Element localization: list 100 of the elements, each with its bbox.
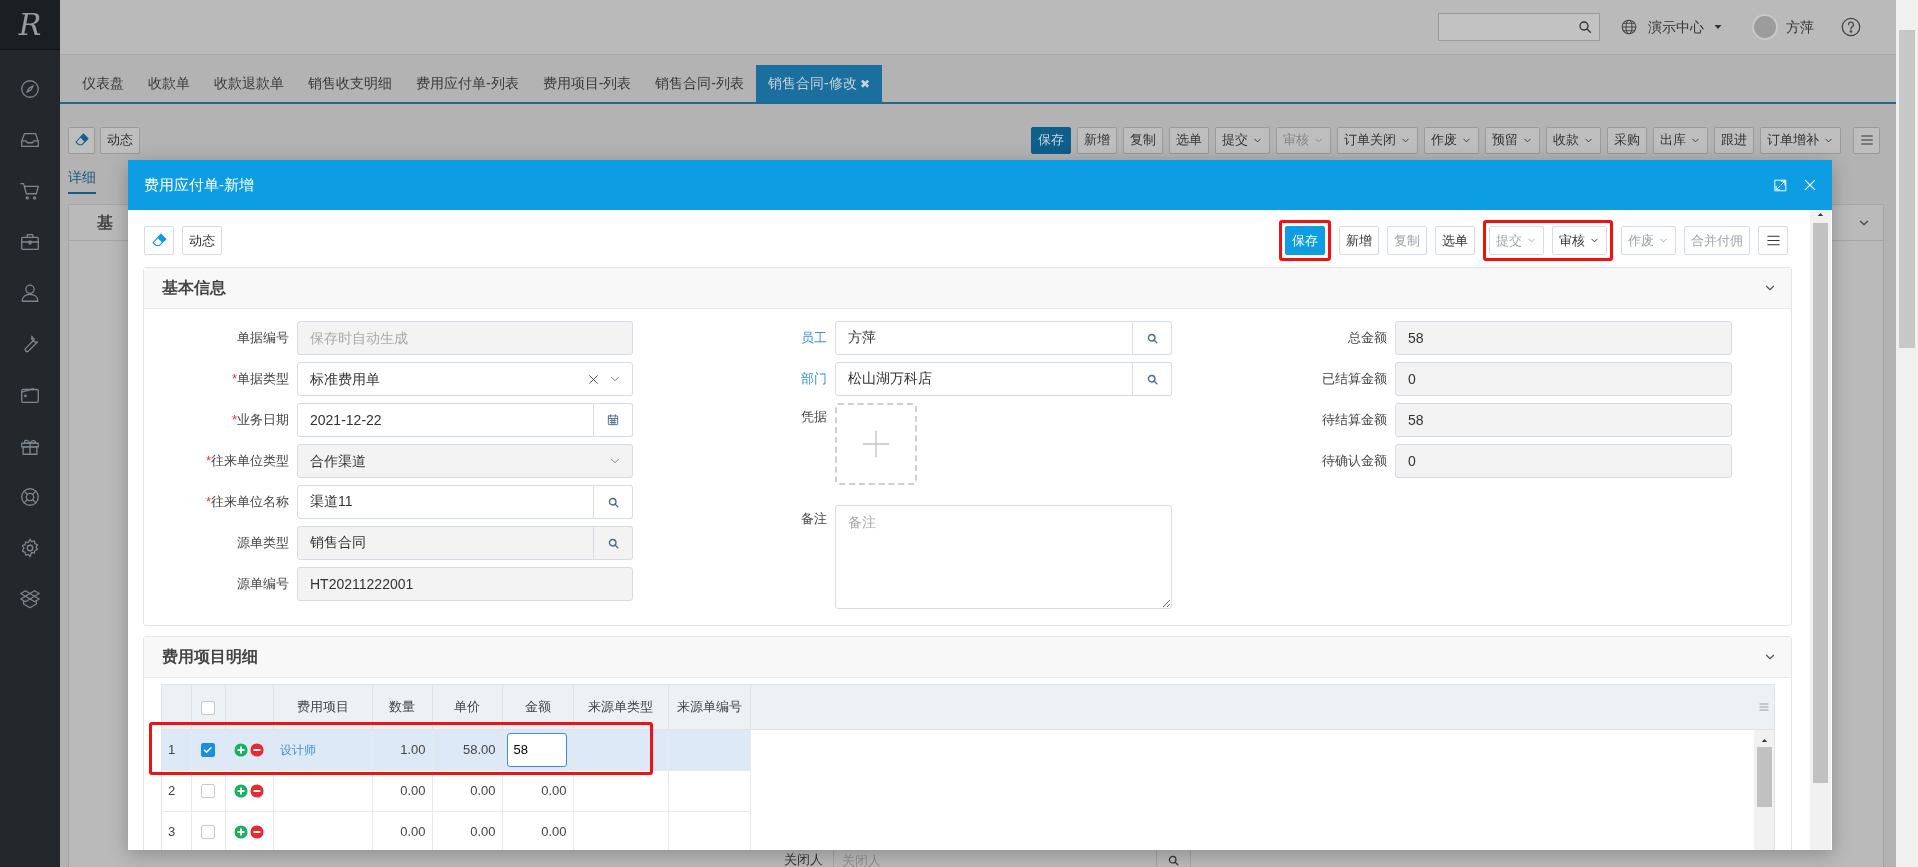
table-cell: 58.00 bbox=[432, 729, 502, 770]
eraser-button[interactable] bbox=[68, 126, 95, 154]
field-label: *往来单位类型 bbox=[204, 452, 289, 470]
checkbox[interactable] bbox=[201, 784, 215, 799]
search-icon bbox=[1145, 331, 1159, 345]
input-field[interactable]: 58 bbox=[1395, 321, 1732, 355]
toolbar-button[interactable]: 订单增补 bbox=[1760, 126, 1841, 154]
tab[interactable]: 费用应付单-列表 bbox=[404, 65, 531, 102]
checkbox[interactable] bbox=[201, 743, 215, 758]
toolbar-button[interactable]: 复制 bbox=[1123, 126, 1163, 154]
column-header[interactable]: 数量 bbox=[372, 685, 432, 729]
toolbar-button[interactable]: 选单 bbox=[1169, 126, 1209, 154]
toolbar-button[interactable]: 提交 bbox=[1215, 126, 1270, 154]
eraser-icon bbox=[150, 232, 168, 249]
amount-field[interactable]: 58 bbox=[506, 732, 567, 767]
remove-row-icon[interactable] bbox=[250, 784, 264, 799]
activity-button[interactable]: 动态 bbox=[182, 226, 222, 255]
add-row-icon[interactable] bbox=[234, 784, 248, 799]
briefcase-icon[interactable] bbox=[19, 231, 41, 253]
tab[interactable]: 销售收支明细 bbox=[296, 65, 404, 102]
globe-icon[interactable] bbox=[1620, 18, 1638, 36]
field-label: *单据类型 bbox=[230, 370, 289, 388]
user-icon[interactable] bbox=[19, 282, 41, 304]
column-header[interactable]: 金额 bbox=[502, 685, 573, 729]
tab[interactable]: 销售合同-修改 ✖ bbox=[756, 65, 882, 102]
column-header[interactable]: 来源单编号 bbox=[668, 685, 750, 729]
remove-row-icon[interactable] bbox=[250, 743, 264, 758]
date-field[interactable]: 2021-12-22 bbox=[297, 403, 594, 437]
field-label: 已结算金额 bbox=[1321, 370, 1387, 388]
page-scrollbar[interactable] bbox=[1896, 0, 1918, 867]
input-field[interactable]: 方萍 bbox=[835, 321, 1133, 355]
row-number: 3 bbox=[162, 811, 191, 850]
field-label: 单据编号 bbox=[236, 329, 289, 347]
close-icon[interactable] bbox=[1802, 177, 1818, 193]
field-label: 关闭人 bbox=[784, 851, 823, 867]
input-field[interactable]: HT20211222001 bbox=[297, 567, 633, 601]
toolbar-button[interactable]: 保存 bbox=[1031, 126, 1071, 154]
column-header[interactable]: 单价 bbox=[432, 685, 502, 729]
clear-icon[interactable] bbox=[587, 372, 600, 386]
toolbar-button[interactable]: 作废 bbox=[1424, 126, 1479, 154]
box-icon[interactable] bbox=[19, 588, 41, 610]
dialog-title: 费用应付单-新增 bbox=[144, 174, 255, 195]
input-field[interactable]: 渠道11 bbox=[297, 485, 594, 519]
field-label: 总金额 bbox=[1347, 329, 1387, 347]
column-header[interactable]: 费用项目 bbox=[273, 685, 372, 729]
detail-tab[interactable]: 详细 bbox=[68, 167, 96, 194]
dropdown-field[interactable]: 合作渠道 bbox=[297, 444, 633, 478]
add-row-icon[interactable] bbox=[234, 825, 248, 840]
tab[interactable]: 收款退款单 bbox=[202, 65, 296, 102]
input-field[interactable]: 58 bbox=[1395, 403, 1732, 437]
input-field[interactable]: 0 bbox=[1395, 444, 1732, 478]
tab[interactable]: 销售合同-列表 bbox=[643, 65, 756, 102]
user-name[interactable]: 方萍 bbox=[1786, 16, 1814, 38]
calendar-button[interactable] bbox=[594, 403, 633, 437]
section-title: 费用项目明细 bbox=[162, 647, 258, 667]
section-title: 基 bbox=[97, 212, 113, 233]
row-number: 1 bbox=[162, 729, 191, 770]
toolbar-button[interactable]: 预留 bbox=[1485, 126, 1540, 154]
toolbar-button[interactable]: 新增 bbox=[1339, 226, 1379, 255]
toolbar-button[interactable]: 选单 bbox=[1435, 226, 1475, 255]
toolbar-button[interactable]: 出库 bbox=[1653, 126, 1708, 154]
input-field[interactable]: 0 bbox=[1395, 362, 1732, 396]
menu-button[interactable] bbox=[1853, 126, 1880, 154]
search-icon bbox=[606, 536, 620, 550]
help-icon[interactable] bbox=[1840, 16, 1862, 38]
search-icon bbox=[1145, 372, 1159, 386]
org-menu[interactable]: 演示中心 bbox=[1648, 16, 1704, 38]
field-label: 源单类型 bbox=[236, 534, 289, 552]
toolbar-button[interactable]: 采购 bbox=[1607, 126, 1647, 154]
tab[interactable]: 收款单 bbox=[136, 65, 202, 102]
lifebuoy-icon[interactable] bbox=[19, 486, 41, 508]
search-field[interactable] bbox=[1438, 13, 1600, 41]
field-label[interactable]: 员工 bbox=[633, 321, 827, 355]
maximize-icon[interactable] bbox=[1773, 177, 1788, 193]
remarks-field[interactable]: 备注 bbox=[835, 505, 1172, 609]
search-icon[interactable] bbox=[1577, 19, 1593, 35]
toolbar-button[interactable]: 新增 bbox=[1077, 126, 1117, 154]
scrollbar[interactable] bbox=[1810, 210, 1831, 850]
gear-icon[interactable] bbox=[19, 537, 41, 559]
table-cell: 0.00 bbox=[372, 811, 432, 850]
toolbar-button[interactable]: 跟进 bbox=[1714, 126, 1754, 154]
compass-icon[interactable] bbox=[19, 78, 41, 100]
checkbox[interactable] bbox=[201, 700, 215, 715]
field-label: 源单编号 bbox=[236, 575, 289, 593]
input-field[interactable]: 销售合同 bbox=[297, 526, 594, 560]
field-label[interactable]: 部门 bbox=[633, 362, 827, 396]
scrollbar[interactable] bbox=[1754, 730, 1774, 850]
activity-button[interactable]: 动态 bbox=[100, 126, 140, 154]
tab[interactable]: 仪表盘 bbox=[70, 65, 136, 102]
cart-icon[interactable] bbox=[19, 180, 41, 202]
remove-row-icon[interactable] bbox=[250, 825, 264, 840]
dropdown-field[interactable]: 标准费用单 bbox=[297, 362, 633, 396]
section-title: 基本信息 bbox=[162, 278, 226, 298]
checkbox[interactable] bbox=[201, 825, 215, 840]
input-field[interactable]: 松山湖万科店 bbox=[835, 362, 1133, 396]
toolbar-button[interactable]: 订单关闭 bbox=[1337, 126, 1418, 154]
toolbar-button[interactable]: 收款 bbox=[1546, 126, 1601, 154]
column-header[interactable]: 来源单类型 bbox=[573, 685, 668, 729]
add-row-icon[interactable] bbox=[234, 743, 248, 758]
tab[interactable]: 费用项目-列表 bbox=[530, 65, 644, 102]
